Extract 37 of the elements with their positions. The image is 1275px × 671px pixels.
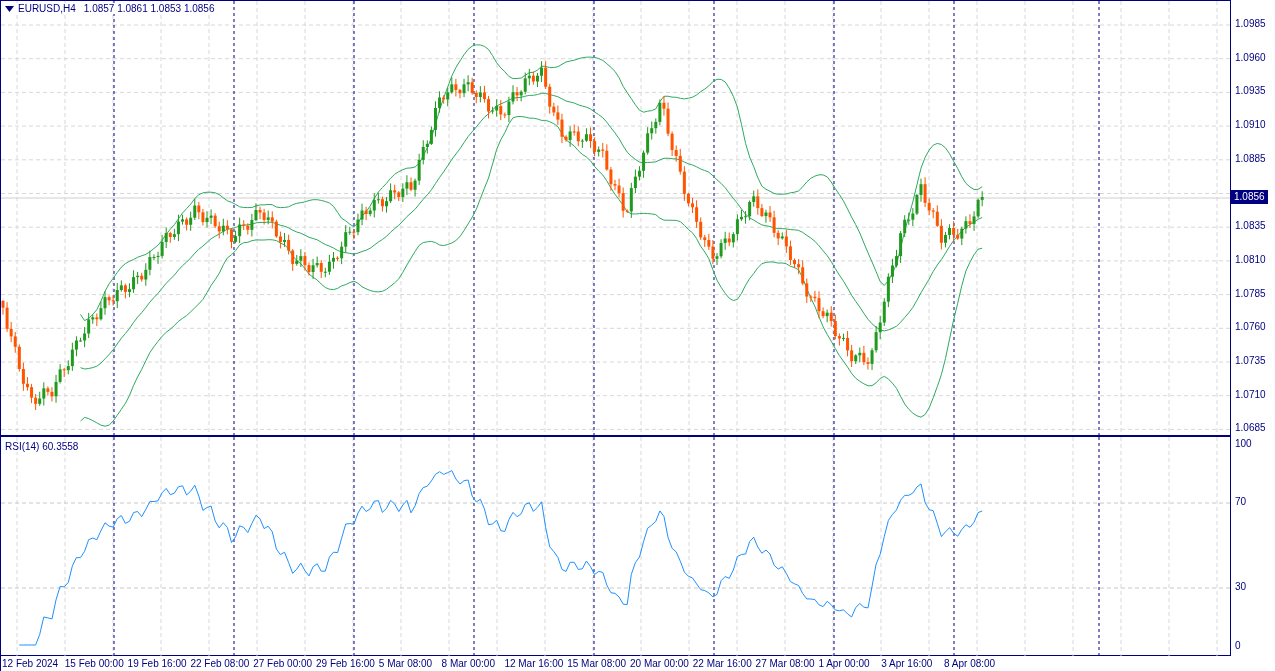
time-label: 29 Feb 16:00 [316,657,375,670]
rsi-scale-label: 30 [1235,580,1247,594]
rsi-scale-label: 0 [1235,639,1241,653]
time-label: 19 Feb 16:00 [127,657,187,670]
price-label: 1.0960 [1235,50,1266,65]
price-label: 1.0910 [1235,118,1266,133]
price-label: 1.0710 [1235,387,1266,402]
price-label: 1.0785 [1235,286,1266,301]
symbol-title: EURUSD,H4 [18,3,76,14]
time-label: 20 Mar 00:00 [630,657,689,670]
price-label: 1.0985 [1235,17,1266,31]
time-label: 12 Feb 2024 [2,657,59,670]
ohlc-values: 1.0857 1.0861 1.0853 1.0856 [83,3,215,14]
time-label: 15 Feb 00:00 [64,657,124,670]
time-label: 12 Mar 16:00 [504,657,564,670]
price-label: 1.0685 [1235,421,1266,436]
price-label: 1.0735 [1235,354,1266,368]
time-label: 22 Feb 08:00 [190,657,250,670]
time-label: 1 Apr 00:00 [818,657,870,670]
price-label: 1.0835 [1235,219,1266,234]
time-label: 8 Apr 08:00 [944,657,996,670]
time-label: 27 Feb 00:00 [253,657,313,670]
time-label: 3 Apr 16:00 [881,657,933,670]
time-label: 8 Mar 00:00 [441,657,495,670]
time-label: 15 Mar 08:00 [567,657,627,670]
price-label: 1.0810 [1235,252,1266,267]
time-label: 27 Mar 08:00 [755,657,815,670]
rsi-scale-label: 100 [1235,437,1252,451]
price-label: 1.0935 [1235,84,1266,99]
time-label: 22 Mar 16:00 [692,657,752,670]
price-label: 1.0885 [1235,151,1266,166]
time-label: 5 Mar 08:00 [378,657,433,670]
price-label: 1.0760 [1235,320,1266,335]
indicator-label: RSI(14) 60.3558 [5,441,79,452]
dropdown-triangle-icon[interactable] [5,5,14,12]
current-price-badge: 1.0856 [1231,190,1268,204]
rsi-scale-label: 70 [1235,495,1247,509]
